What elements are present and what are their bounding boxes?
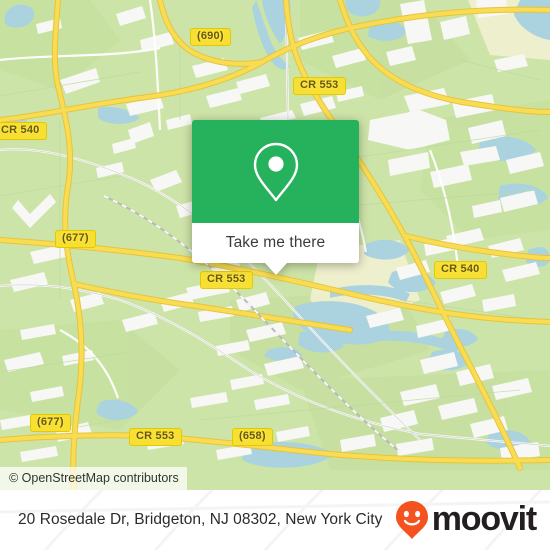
take-me-there-label: Take me there [225, 234, 326, 251]
road-shield: CR 553 [200, 271, 253, 289]
road-shield: CR 553 [293, 77, 346, 95]
map-pin-icon [253, 142, 298, 201]
moovit-brand[interactable]: moovit [395, 500, 537, 540]
osm-attribution[interactable]: © OpenStreetMap contributors [0, 467, 187, 490]
map-screenshot: (690) CR 553 CR 540 (677) CR 553 CR 540 … [0, 0, 550, 550]
callout-tail [264, 263, 287, 275]
location-callout-card[interactable]: Take me there [192, 120, 359, 275]
road-shield: CR 540 [434, 261, 487, 279]
callout-action-area[interactable]: Take me there [192, 223, 359, 275]
road-shield: (677) [30, 414, 71, 432]
road-shield: CR 553 [129, 428, 182, 446]
road-shield: (658) [232, 428, 273, 446]
callout-icon-area [192, 120, 359, 223]
road-shield: CR 540 [0, 122, 47, 140]
address-label: 20 Rosedale Dr, Bridgeton, NJ 08302, New… [18, 511, 383, 528]
moovit-smiley-pin-icon [395, 501, 428, 539]
moovit-wordmark: moovit [431, 500, 537, 538]
footer-bar: 20 Rosedale Dr, Bridgeton, NJ 08302, New… [0, 490, 550, 550]
road-shield: (677) [55, 230, 96, 248]
road-shield: (690) [190, 28, 231, 46]
